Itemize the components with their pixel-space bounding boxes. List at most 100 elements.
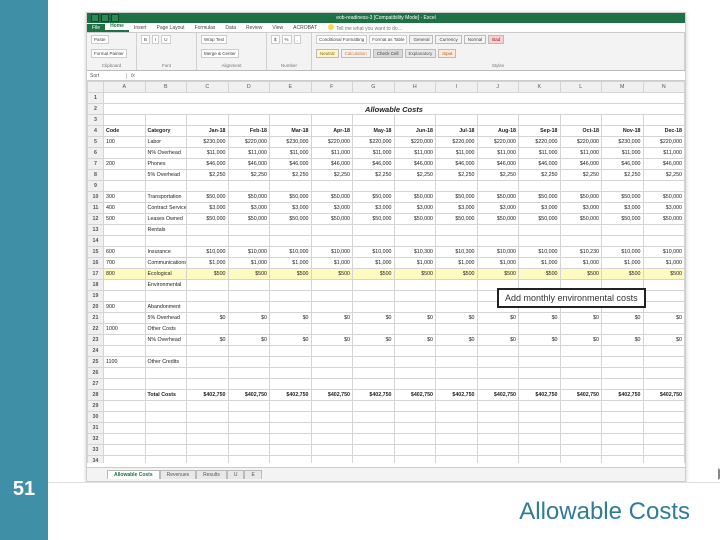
cell[interactable] [643,225,685,236]
cell[interactable] [228,379,270,390]
cell[interactable]: $3,000 [436,203,478,214]
cell[interactable]: Abandonment [145,302,187,313]
cell[interactable]: $50,000 [602,192,644,203]
cell[interactable]: $2,250 [436,170,478,181]
cell[interactable] [394,291,436,302]
cell[interactable] [311,225,353,236]
format-painter-button[interactable]: Format Painter [91,49,127,58]
cell[interactable]: $500 [270,269,312,280]
cell[interactable] [519,236,561,247]
cell[interactable]: 800 [104,269,146,280]
cell[interactable]: $46,000 [187,159,229,170]
cell[interactable]: $220,000 [643,137,685,148]
cell[interactable] [394,280,436,291]
cell[interactable] [270,357,312,368]
cell[interactable] [187,181,229,192]
cell[interactable] [104,313,146,324]
cell[interactable]: $3,000 [311,203,353,214]
cell[interactable]: Total Costs [145,390,187,401]
cell[interactable] [353,357,395,368]
cell[interactable]: $10,300 [436,247,478,258]
cell[interactable] [643,324,685,335]
column-header-cell[interactable]: May-18 [353,126,395,137]
cell[interactable]: $220,000 [519,137,561,148]
cell[interactable]: $500 [602,269,644,280]
cell[interactable]: $11,000 [353,148,395,159]
cell[interactable]: $46,000 [477,159,519,170]
cell[interactable]: $11,000 [394,148,436,159]
select-all-corner[interactable] [88,82,104,93]
cell[interactable] [602,236,644,247]
cell[interactable]: $50,000 [228,192,270,203]
cell[interactable]: $50,000 [311,214,353,225]
cell[interactable]: $500 [311,269,353,280]
cell[interactable] [104,225,146,236]
cell[interactable] [104,335,146,346]
cell[interactable]: $2,250 [477,170,519,181]
cell[interactable]: $46,000 [436,159,478,170]
cell[interactable] [353,225,395,236]
cell[interactable] [643,302,685,313]
cell[interactable] [353,302,395,313]
cell[interactable]: $500 [353,269,395,280]
cell[interactable] [104,236,146,247]
cell[interactable]: $46,000 [560,159,602,170]
cell[interactable]: 5% Overhead [145,313,187,324]
cell[interactable]: Environmental [145,280,187,291]
cell[interactable]: $0 [228,313,270,324]
column-header-cell[interactable]: Jun-18 [394,126,436,137]
cell[interactable]: $50,000 [436,192,478,203]
col-header[interactable]: G [353,82,395,93]
cell[interactable]: $0 [643,335,685,346]
cell[interactable]: $0 [394,335,436,346]
cell[interactable] [560,368,602,379]
cell[interactable]: $500 [187,269,229,280]
cell[interactable]: $3,000 [187,203,229,214]
cell[interactable]: $46,000 [270,159,312,170]
cell[interactable]: $220,000 [228,137,270,148]
cell[interactable] [602,379,644,390]
col-header[interactable]: B [145,82,187,93]
cell[interactable]: $11,000 [228,148,270,159]
col-header[interactable]: C [187,82,229,93]
cell[interactable]: Contract Services [145,203,187,214]
cell[interactable]: 900 [104,302,146,313]
column-header-cell[interactable]: Category [145,126,187,137]
cell[interactable] [145,181,187,192]
cell[interactable] [104,148,146,159]
cell[interactable]: $1,000 [436,258,478,269]
cell[interactable] [104,181,146,192]
cell[interactable] [477,379,519,390]
cell[interactable] [311,280,353,291]
cell[interactable] [560,346,602,357]
cell[interactable]: $50,000 [643,214,685,225]
cell[interactable]: $402,750 [270,390,312,401]
tab-insert[interactable]: Insert [129,24,152,32]
cell[interactable] [311,324,353,335]
sheet-tab-bar[interactable]: Allowable Costs Revenues Results U E [87,467,685,481]
tab-pagelayout[interactable]: Page Layout [151,24,189,32]
cell[interactable] [477,368,519,379]
cell[interactable] [602,357,644,368]
cell[interactable] [643,379,685,390]
column-header-cell[interactable]: Aug-18 [477,126,519,137]
cell[interactable] [353,291,395,302]
cell[interactable]: $11,000 [477,148,519,159]
cell[interactable] [643,346,685,357]
cell[interactable]: $46,000 [353,159,395,170]
cell[interactable]: $0 [519,335,561,346]
cell[interactable]: $402,750 [353,390,395,401]
cell[interactable]: $2,250 [519,170,561,181]
sheet-tab-revenues[interactable]: Revenues [160,470,197,479]
cell[interactable]: Rentals [145,225,187,236]
col-header[interactable]: N [643,82,685,93]
cell[interactable]: $2,250 [311,170,353,181]
cell[interactable] [560,225,602,236]
cell[interactable]: Ecological [145,269,187,280]
cell[interactable] [187,236,229,247]
cell[interactable] [353,346,395,357]
cellstyle-neutral[interactable]: Neutral [316,49,339,58]
cell[interactable]: $10,000 [602,247,644,258]
cell[interactable]: $500 [519,269,561,280]
cell[interactable] [643,236,685,247]
